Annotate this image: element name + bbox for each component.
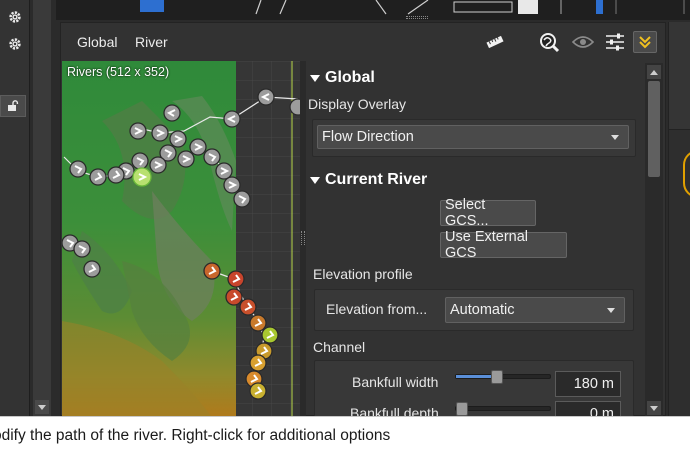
right-side-panel <box>668 22 690 416</box>
channel-box: Bankfull width 180 m Bankfull depth 0 m <box>314 360 634 417</box>
gear-icon[interactable] <box>7 36 23 52</box>
overlay-dropdown-value: Flow Direction <box>322 129 414 145</box>
use-external-gcs-button[interactable]: Use External GCS <box>440 229 567 261</box>
top-map-strip <box>56 0 690 20</box>
select-gcs-button[interactable]: Select GCS... <box>440 197 536 229</box>
elevation-box: Elevation from... Automatic <box>314 289 634 331</box>
globe-search-icon[interactable] <box>537 31 561 53</box>
river-map-view[interactable]: Rivers (512 x 352) <box>62 61 300 417</box>
section-global-header[interactable]: Global <box>310 69 375 87</box>
status-bar: odify the path of the river. Right-click… <box>0 416 690 453</box>
bankfull-depth-input[interactable]: 0 m <box>555 401 621 417</box>
double-chevron-down-icon[interactable] <box>633 31 657 53</box>
collapse-triangle-icon[interactable] <box>310 176 320 184</box>
channel-label: Channel <box>313 339 366 355</box>
menu-river[interactable]: River <box>135 34 168 50</box>
scrollbar-thumb[interactable] <box>648 81 660 177</box>
ruler-icon[interactable] <box>483 31 507 53</box>
display-overlay-label: Display Overlay <box>308 96 407 112</box>
bankfull-width-slider[interactable] <box>455 370 551 384</box>
eye-icon[interactable] <box>571 31 595 53</box>
overlay-box: Flow Direction <box>312 119 636 157</box>
bankfull-width-input[interactable]: 180 m <box>555 371 621 397</box>
unlock-icon[interactable] <box>0 95 26 117</box>
menu-global[interactable]: Global <box>77 34 117 50</box>
outer-scrollbar[interactable] <box>33 0 51 416</box>
splitter-handle[interactable] <box>406 16 428 19</box>
splitter-grip[interactable] <box>301 231 305 245</box>
scroll-up-arrow-icon[interactable] <box>647 65 661 79</box>
map-title: Rivers (512 x 352) <box>67 65 170 79</box>
bankfull-width-slider-thumb[interactable] <box>491 370 503 384</box>
elevation-from-label: Elevation from... <box>326 301 428 317</box>
elevation-from-value: Automatic <box>450 302 515 318</box>
elevation-profile-label: Elevation profile <box>313 266 413 282</box>
bankfull-width-label: Bankfull width <box>352 374 439 390</box>
elevation-from-dropdown[interactable]: Automatic <box>445 297 625 323</box>
bankfull-depth-slider[interactable] <box>455 402 551 416</box>
status-text: odify the path of the river. Right-click… <box>0 427 391 444</box>
panel-toolbar: Global River <box>61 23 665 61</box>
collapse-triangle-icon[interactable] <box>310 74 320 82</box>
overlay-dropdown[interactable]: Flow Direction <box>317 125 629 149</box>
section-global-title: Global <box>325 69 375 86</box>
rivers-panel: Global River Rivers (512 x 352) Global D… <box>60 22 666 417</box>
properties-scrollbar[interactable] <box>645 63 663 417</box>
scroll-down-arrow-icon[interactable] <box>647 401 661 415</box>
properties-pane: Global Display Overlay Flow Direction Cu… <box>306 61 645 417</box>
chevron-down-icon <box>611 135 619 140</box>
left-tool-bar <box>0 0 30 416</box>
sliders-icon[interactable] <box>603 31 627 53</box>
highlight-ring[interactable] <box>683 150 690 198</box>
scroll-down-arrow-icon[interactable] <box>35 400 49 414</box>
bankfull-depth-slider-thumb[interactable] <box>456 402 468 416</box>
section-current-river-title: Current River <box>325 171 428 188</box>
right-panel-header <box>669 22 690 130</box>
gear-icon[interactable] <box>7 9 23 25</box>
chevron-down-icon <box>607 308 615 313</box>
section-current-river-header[interactable]: Current River <box>310 171 427 189</box>
